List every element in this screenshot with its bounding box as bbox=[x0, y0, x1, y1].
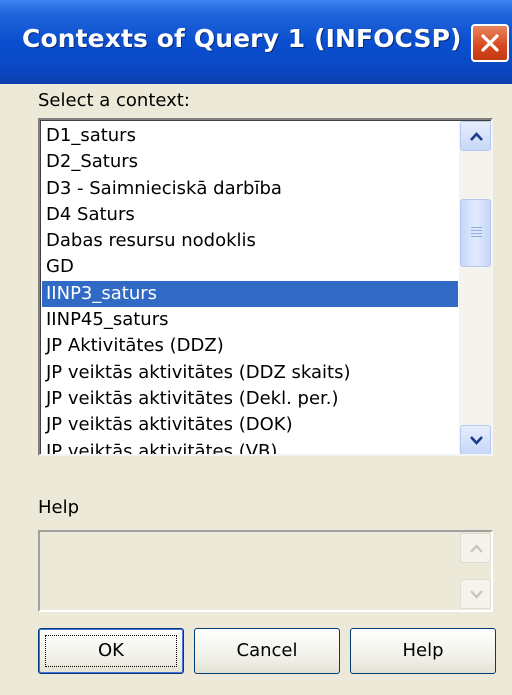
scroll-down-button[interactable] bbox=[460, 425, 491, 454]
chevron-down-icon bbox=[470, 590, 483, 599]
list-item[interactable]: D1_saturs bbox=[42, 123, 458, 149]
ok-button[interactable]: OK bbox=[38, 628, 184, 674]
list-item[interactable]: JP Aktivitātes (DDZ) bbox=[42, 333, 458, 359]
select-context-label: Select a context: bbox=[38, 90, 190, 111]
list-item[interactable]: JP veiktās aktivitātes (DOK) bbox=[42, 412, 458, 438]
window-title: Contexts of Query 1 (INFOCSP) bbox=[22, 24, 462, 53]
close-button[interactable] bbox=[471, 24, 509, 62]
list-item[interactable]: JP veiktās aktivitātes (VB) bbox=[42, 439, 458, 454]
list-item[interactable]: Dabas resursu nodoklis bbox=[42, 228, 458, 254]
help-scroll-down-button bbox=[460, 579, 491, 609]
focus-rectangle bbox=[45, 635, 177, 667]
list-item[interactable]: JP veiktās aktivitātes (Dekl. per.) bbox=[42, 386, 458, 412]
list-item[interactable]: D2_Saturs bbox=[42, 149, 458, 175]
help-button[interactable]: Help bbox=[350, 628, 496, 674]
list-item[interactable]: D4 Saturs bbox=[42, 202, 458, 228]
help-scrollbar bbox=[459, 533, 492, 609]
cancel-button[interactable]: Cancel bbox=[194, 628, 340, 674]
help-button-label: Help bbox=[402, 640, 444, 661]
help-scroll-up-button bbox=[460, 533, 491, 563]
list-item[interactable]: IINP3_saturs bbox=[42, 280, 458, 308]
context-listbox[interactable]: D1_saturs D2_Saturs D3 - Saimnieciskā darb… bbox=[38, 118, 493, 456]
context-scrollbar[interactable] bbox=[459, 121, 491, 454]
chevron-down-icon bbox=[470, 436, 483, 445]
chevron-up-icon bbox=[470, 132, 483, 141]
help-text-box bbox=[38, 530, 493, 612]
list-item[interactable]: GD bbox=[42, 254, 458, 280]
scroll-thumb[interactable] bbox=[460, 199, 491, 267]
close-icon bbox=[481, 34, 499, 52]
list-item[interactable]: IINP45_saturs bbox=[42, 307, 458, 333]
title-bar[interactable]: Contexts of Query 1 (INFOCSP) bbox=[0, 0, 512, 84]
list-item[interactable]: JP veiktās aktivitātes (DDZ skaits) bbox=[42, 360, 458, 386]
context-list-items: D1_saturs D2_Saturs D3 - Saimnieciskā darb… bbox=[42, 123, 458, 454]
chevron-up-icon bbox=[470, 544, 483, 553]
help-label: Help bbox=[38, 497, 80, 518]
scroll-up-button[interactable] bbox=[460, 121, 491, 151]
cancel-button-label: Cancel bbox=[236, 640, 298, 661]
list-item[interactable]: D3 - Saimnieciskā darbība bbox=[42, 176, 458, 202]
